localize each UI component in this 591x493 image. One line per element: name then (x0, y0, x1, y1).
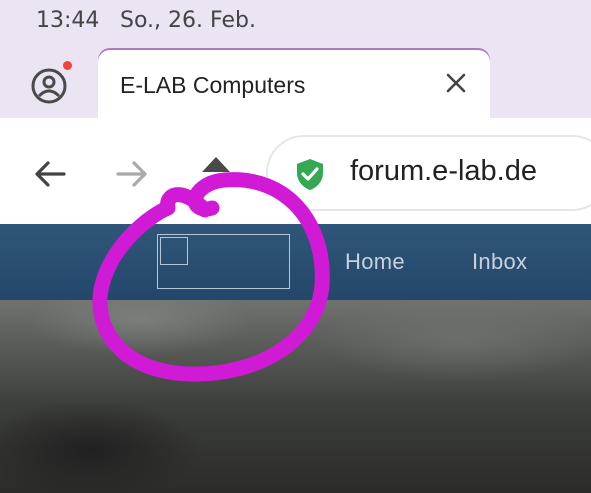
close-icon (446, 73, 466, 93)
browser-toolbar: forum.e-lab.de (0, 118, 591, 224)
site-logo-placeholder[interactable] (157, 234, 290, 289)
tab-title: E-LAB Computers (120, 72, 306, 98)
account-button[interactable] (29, 66, 69, 106)
site-navigation: Home Inbox (0, 224, 591, 300)
hero-image (0, 300, 591, 493)
nav-link-home[interactable]: Home (345, 249, 405, 275)
forward-button[interactable] (112, 154, 152, 194)
secure-shield-icon (297, 159, 323, 190)
home-icon (202, 157, 230, 172)
url-text: forum.e-lab.de (350, 155, 537, 187)
account-circle-icon (31, 68, 67, 104)
nav-link-inbox[interactable]: Inbox (472, 249, 527, 275)
back-button[interactable] (30, 154, 70, 194)
home-button[interactable] (196, 152, 236, 192)
back-arrow-icon (35, 161, 66, 187)
notification-dot (63, 61, 72, 70)
tab-active[interactable]: E-LAB Computers (98, 50, 490, 122)
address-bar[interactable]: forum.e-lab.de (266, 135, 591, 211)
tab-strip: E-LAB Computers (0, 46, 591, 122)
tab-close-button[interactable] (443, 70, 469, 96)
forward-arrow-icon (116, 161, 147, 187)
broken-image-icon (160, 237, 188, 265)
status-date: So., 26. Feb. (120, 8, 256, 33)
status-bar: 13:44 So., 26. Feb. (0, 0, 591, 46)
status-time: 13:44 (36, 8, 100, 33)
